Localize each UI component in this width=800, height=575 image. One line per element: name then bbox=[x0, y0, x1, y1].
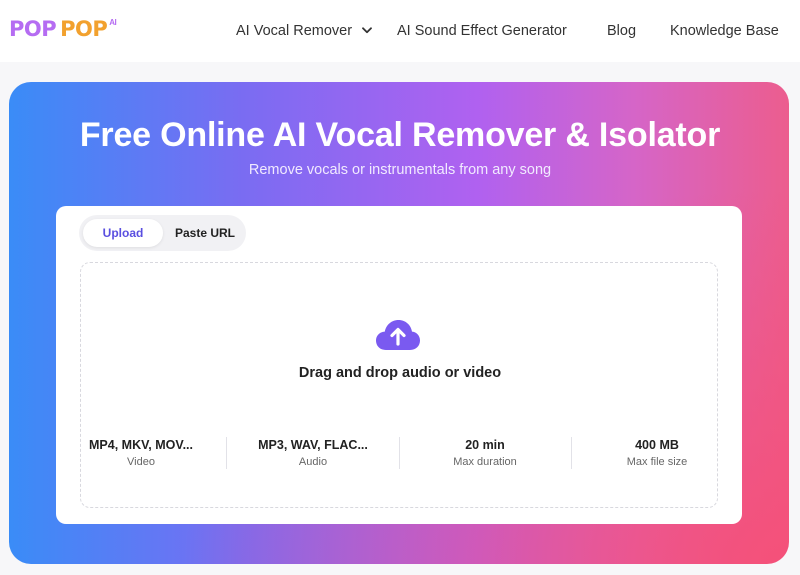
file-dropzone[interactable] bbox=[80, 262, 718, 508]
nav-item-label: AI Vocal Remover bbox=[236, 23, 353, 39]
nav-item-ai-sound-effect-generator[interactable]: AI Sound Effect Generator bbox=[397, 20, 567, 42]
spec-video-formats: MP4, MKV, MOV... Video bbox=[61, 437, 221, 470]
spec-divider bbox=[571, 437, 572, 469]
nav-item-label: AI Sound Effect Generator bbox=[397, 23, 567, 39]
main-nav: AI Vocal Remover AI Sound Effect Generat… bbox=[0, 20, 800, 42]
spec-label: Max file size bbox=[626, 456, 688, 468]
spec-divider bbox=[226, 437, 227, 469]
spec-audio-formats: MP3, WAV, FLAC... Audio bbox=[233, 437, 393, 470]
spec-max-duration: 20 min Max duration bbox=[405, 437, 565, 470]
tab-paste-url[interactable]: Paste URL bbox=[167, 219, 243, 247]
hero-title: Free Online AI Vocal Remover & Isolator bbox=[79, 116, 721, 154]
spec-divider bbox=[399, 437, 400, 469]
nav-item-ai-vocal-remover[interactable]: AI Vocal Remover bbox=[236, 20, 372, 42]
chevron-down-icon bbox=[362, 26, 372, 33]
dropzone-instructions: Drag and drop audio or video bbox=[298, 365, 502, 381]
spec-label: Max duration bbox=[453, 456, 517, 468]
nav-item-knowledge-base[interactable]: Knowledge Base bbox=[670, 20, 779, 42]
upload-mode-tabs: Upload Paste URL bbox=[79, 215, 246, 251]
cloud-upload-icon bbox=[376, 320, 420, 350]
tab-upload[interactable]: Upload bbox=[83, 219, 163, 247]
spec-value: 400 MB bbox=[635, 438, 679, 452]
nav-item-label: Knowledge Base bbox=[670, 23, 779, 39]
nav-item-blog[interactable]: Blog bbox=[607, 20, 636, 42]
spec-max-file-size: 400 MB Max file size bbox=[577, 437, 737, 470]
nav-item-label: Blog bbox=[607, 23, 637, 39]
hero-subtitle: Remove vocals or instrumentals from any … bbox=[248, 162, 552, 178]
spec-value: MP3, WAV, FLAC... bbox=[258, 438, 368, 452]
spec-value: 20 min bbox=[465, 438, 505, 452]
spec-label: Audio bbox=[298, 456, 328, 468]
spec-label: Video bbox=[127, 456, 155, 468]
spec-value: MP4, MKV, MOV... bbox=[89, 438, 193, 452]
